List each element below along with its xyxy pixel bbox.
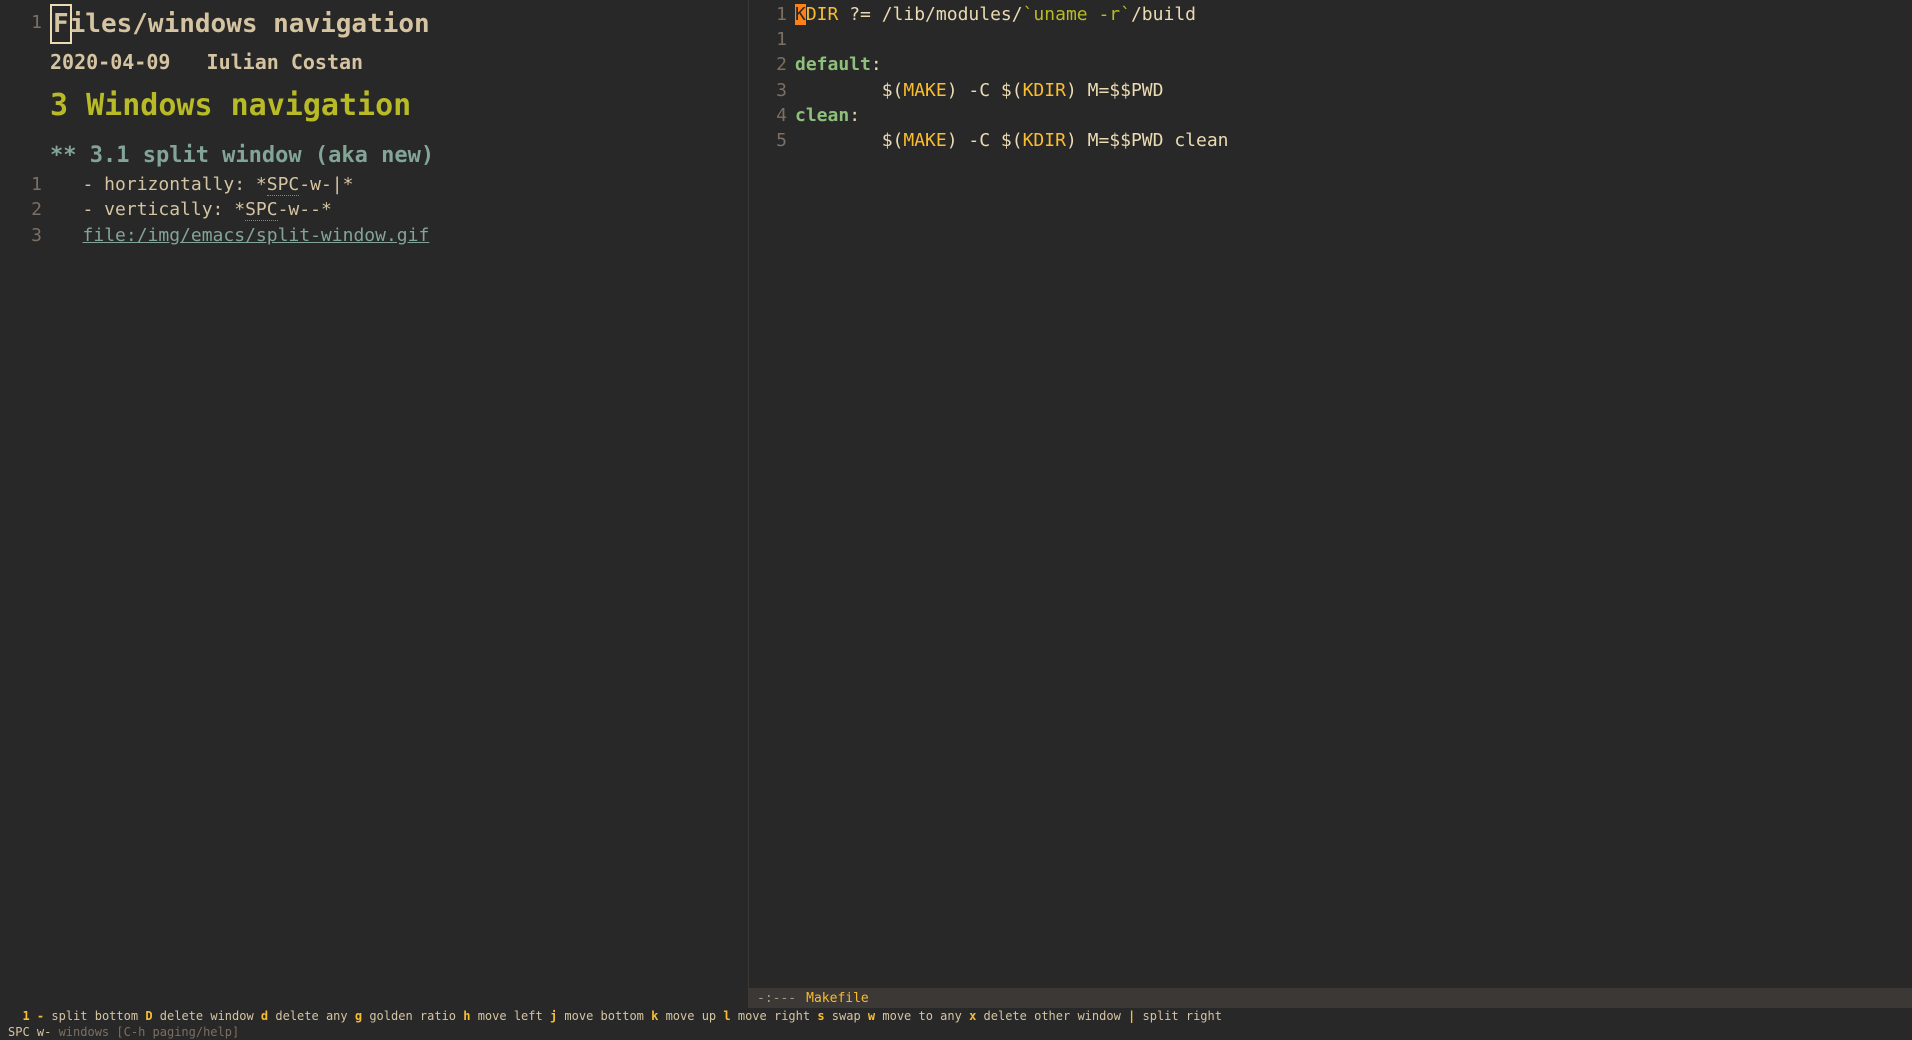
which-key-desc: move bottom: [557, 1009, 651, 1023]
which-key-desc: swap: [825, 1009, 868, 1023]
which-key-hints: 1 - split bottom D delete window d delet…: [8, 1009, 1904, 1025]
file-link[interactable]: file:/img/emacs/split-window.gif: [83, 225, 430, 246]
which-key-desc: split right: [1135, 1009, 1222, 1023]
code-line: 1: [749, 27, 1912, 52]
link-line: 3 file:/img/emacs/split-window.gif: [0, 223, 748, 248]
which-key-key[interactable]: 1: [22, 1009, 29, 1023]
line-number: 2: [749, 52, 795, 77]
line-number: 1: [749, 27, 795, 52]
which-key-key[interactable]: l: [723, 1009, 730, 1023]
which-key-desc: delete any: [268, 1009, 355, 1023]
which-key-desc: move to any: [875, 1009, 969, 1023]
which-key-desc: delete other window: [976, 1009, 1128, 1023]
which-key-desc: [30, 1009, 37, 1023]
line-number: 4: [749, 103, 795, 128]
line-number: 2: [0, 197, 50, 222]
heading-1: 3 Windows navigation: [0, 88, 748, 123]
which-key-desc: split bottom: [44, 1009, 145, 1023]
org-list-item: 2 - vertically: *SPC-w--*: [0, 197, 748, 222]
meta-line: 2020-04-09 Iulian Costan: [0, 50, 748, 74]
modeline-right: -:--- Makefile: [749, 988, 1912, 1008]
which-key-desc: delete window: [153, 1009, 261, 1023]
which-key-desc: move left: [470, 1009, 549, 1023]
org-list-item: 1 - horizontally: *SPC-w-|*: [0, 172, 748, 197]
right-pane[interactable]: 1KDIR ?= /lib/modules/`uname -r`/build1 …: [748, 0, 1912, 1008]
line-number: 1: [0, 4, 50, 35]
which-key-key[interactable]: g: [355, 1009, 362, 1023]
cursor-block: K: [795, 4, 806, 25]
which-key-desc: move right: [731, 1009, 818, 1023]
code-line: 3 $(MAKE) -C $(KDIR) M=$$PWD: [749, 78, 1912, 103]
which-key-desc: move up: [658, 1009, 723, 1023]
line-number: 3: [0, 223, 50, 248]
which-key-prompt: SPC w- windows [C-h paging/help]: [8, 1025, 1904, 1040]
modeline-filename: Makefile: [806, 991, 869, 1006]
line-number: 5: [749, 128, 795, 153]
line-number: 1: [0, 172, 50, 197]
heading-2-line: ** 3.1 split window (aka new): [0, 141, 748, 172]
title-line: 1 Files/windows navigation: [0, 4, 748, 44]
which-key-key[interactable]: D: [145, 1009, 152, 1023]
title-text: Files/windows navigation: [50, 4, 748, 44]
heading-2: ** 3.1 split window (aka new): [50, 143, 434, 168]
code-line: 2default:: [749, 52, 1912, 77]
code-line: 4clean:: [749, 103, 1912, 128]
which-key-popup: 1 - split bottom D delete window d delet…: [0, 1008, 1912, 1040]
cursor-outline: F: [50, 4, 72, 44]
modeline-status: -:---: [757, 991, 796, 1006]
code-line: 5 $(MAKE) -C $(KDIR) M=$$PWD clean: [749, 128, 1912, 153]
which-key-desc: golden ratio: [362, 1009, 463, 1023]
code-line: 1KDIR ?= /lib/modules/`uname -r`/build: [749, 2, 1912, 27]
line-number: 1: [749, 2, 795, 27]
line-number: 3: [749, 78, 795, 103]
which-key-key[interactable]: s: [817, 1009, 824, 1023]
left-pane[interactable]: 1 Files/windows navigation 2020-04-09 Iu…: [0, 0, 748, 1008]
